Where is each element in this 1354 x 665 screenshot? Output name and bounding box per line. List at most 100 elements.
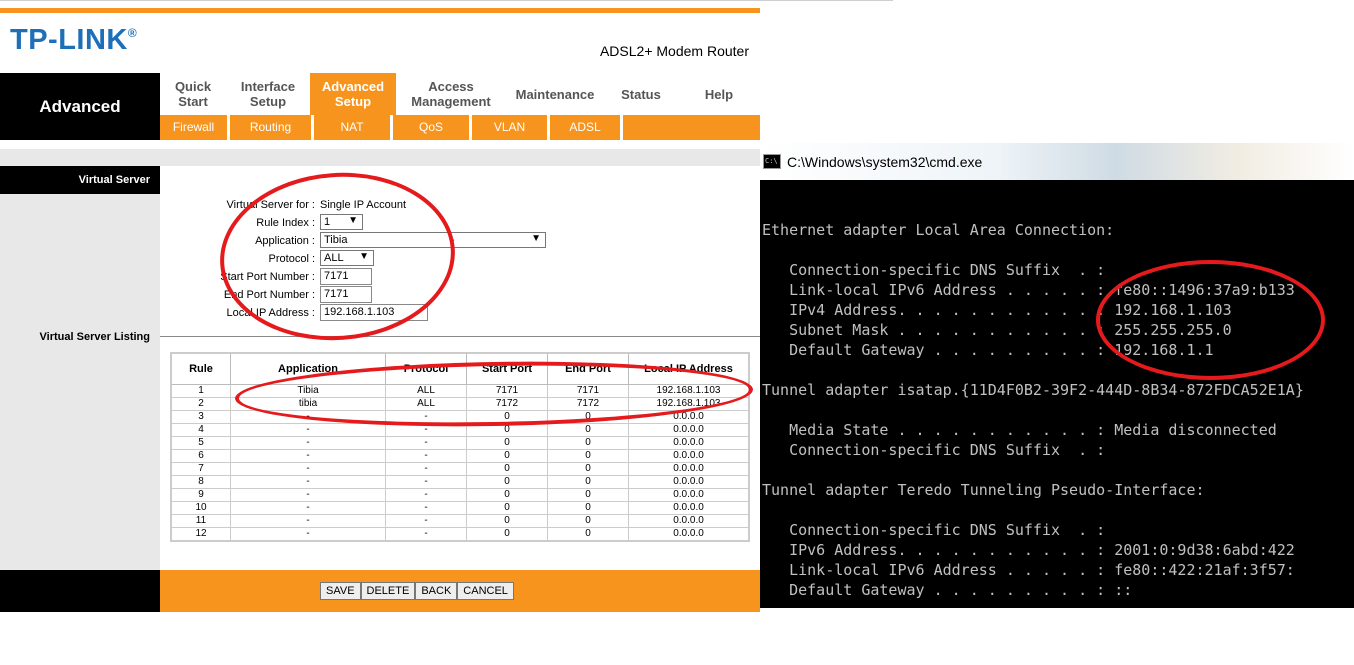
cell-application: - (230, 488, 386, 502)
cell-application: - (230, 501, 386, 515)
cmd-line (762, 400, 1304, 420)
nav-help[interactable]: Help (678, 73, 760, 115)
cell-protocol: - (385, 475, 467, 489)
table-row: 10- -0 0 0.0.0.0 (170, 501, 750, 515)
cell-application: - (230, 436, 386, 450)
cell-rule: 12 (170, 527, 231, 542)
cell-rule: 4 (170, 423, 231, 437)
cell-start-port: 0 (466, 527, 548, 542)
table-row: 8- -0 0 0.0.0.0 (170, 475, 750, 489)
table-row: 7- -0 0 0.0.0.0 (170, 462, 750, 476)
cell-protocol: - (385, 462, 467, 476)
cell-rule: 8 (170, 475, 231, 489)
cell-local-ip: 0.0.0.0 (628, 501, 750, 515)
cell-local-ip: 0.0.0.0 (628, 423, 750, 437)
cell-end-port: 0 (547, 423, 629, 437)
nav-advanced-setup[interactable]: Advanced Setup (310, 73, 396, 115)
virtual-server-heading: Virtual Server (0, 166, 160, 194)
nav-maintenance[interactable]: Maintenance (506, 73, 604, 115)
table-row: 11- -0 0 0.0.0.0 (170, 514, 750, 528)
cmd-line: Default Gateway . . . . . . . . . : :: (762, 581, 1133, 599)
delete-button[interactable]: DELETE (360, 582, 416, 600)
cell-rule: 11 (170, 514, 231, 528)
main-nav: Quick Start Interface Setup Advanced Setup … (160, 73, 760, 115)
table-row: 6- -0 0 0.0.0.0 (170, 449, 750, 463)
cancel-button[interactable]: CANCEL (457, 582, 514, 600)
subnav-qos[interactable]: QoS (393, 115, 472, 140)
cmd-line: Tunnel adapter Teredo Tunneling Pseudo-I… (762, 481, 1205, 499)
left-column (0, 166, 160, 570)
sub-nav: Firewall Routing NAT QoS VLAN ADSL (160, 115, 760, 140)
cell-end-port: 0 (547, 488, 629, 502)
footer-bar: SAVE DELETE BACK CANCEL (160, 570, 760, 612)
cell-local-ip: 0.0.0.0 (628, 462, 750, 476)
cmd-line: Connection-specific DNS Suffix . : (762, 441, 1106, 459)
cell-application: - (230, 423, 386, 437)
cell-end-port: 0 (547, 475, 629, 489)
cell-local-ip: 0.0.0.0 (628, 527, 750, 542)
cell-local-ip: 0.0.0.0 (628, 449, 750, 463)
top-accent-strip (0, 8, 760, 13)
subnav-vlan[interactable]: VLAN (472, 115, 550, 140)
cell-protocol: - (385, 488, 467, 502)
top-border (0, 0, 893, 6)
table-row: 9- -0 0 0.0.0.0 (170, 488, 750, 502)
cell-end-port: 0 (547, 514, 629, 528)
cmd-line (762, 240, 1304, 260)
save-button[interactable]: SAVE (320, 582, 361, 600)
cell-rule: 9 (170, 488, 231, 502)
col-rule: Rule (170, 352, 231, 385)
cell-rule: 2 (170, 397, 231, 411)
cell-protocol: - (385, 436, 467, 450)
cell-protocol: - (385, 501, 467, 515)
cell-rule: 6 (170, 449, 231, 463)
cell-end-port: 0 (547, 449, 629, 463)
cell-start-port: 0 (466, 436, 548, 450)
chevron-down-icon: ▼ (531, 233, 541, 244)
footer-left-block (0, 570, 160, 612)
table-row: 5- -0 0 0.0.0.0 (170, 436, 750, 450)
subnav-nat[interactable]: NAT (314, 115, 393, 140)
nav-access-management[interactable]: Access Management (396, 73, 506, 115)
cell-rule: 5 (170, 436, 231, 450)
cell-start-port: 0 (466, 488, 548, 502)
cell-end-port: 0 (547, 436, 629, 450)
cell-start-port: 0 (466, 449, 548, 463)
cell-application: - (230, 449, 386, 463)
cmd-title-bar[interactable]: C:\ C:\Windows\system32\cmd.exe (760, 143, 1354, 180)
cell-application: - (230, 514, 386, 528)
cell-local-ip: 0.0.0.0 (628, 488, 750, 502)
action-buttons: SAVE DELETE BACK CANCEL (320, 570, 514, 612)
subnav-adsl[interactable]: ADSL (550, 115, 623, 140)
section-title: Advanced (0, 73, 160, 140)
cell-local-ip: 0.0.0.0 (628, 436, 750, 450)
cell-end-port: 0 (547, 527, 629, 542)
cell-rule: 10 (170, 501, 231, 515)
nav-interface-setup[interactable]: Interface Setup (226, 73, 310, 115)
back-button[interactable]: BACK (415, 582, 458, 600)
cmd-line: Ethernet adapter Local Area Connection: (762, 221, 1115, 239)
model-name: ADSL2+ Modem Router (599, 43, 749, 59)
subnav-routing[interactable]: Routing (230, 115, 314, 140)
cell-start-port: 0 (466, 462, 548, 476)
cmd-line (762, 460, 1304, 480)
cell-application: - (230, 475, 386, 489)
cell-protocol: - (385, 449, 467, 463)
cmd-line: Tunnel adapter isatap.{11D4F0B2-39F2-444… (762, 381, 1304, 399)
cell-end-port: 0 (547, 462, 629, 476)
nav-status[interactable]: Status (604, 73, 678, 115)
nav-quick-start[interactable]: Quick Start (160, 73, 226, 115)
tp-link-logo: TP-LINK® (10, 24, 138, 56)
subnav-firewall[interactable]: Firewall (160, 115, 230, 140)
cmd-icon: C:\ (763, 154, 781, 169)
cmd-line: Connection-specific DNS Suffix . : (762, 521, 1106, 539)
section-divider (160, 336, 760, 337)
cell-start-port: 0 (466, 501, 548, 515)
cell-end-port: 0 (547, 501, 629, 515)
cell-protocol: - (385, 527, 467, 542)
cmd-line: Media State . . . . . . . . . . . : Medi… (762, 421, 1277, 439)
cell-application: - (230, 462, 386, 476)
cell-start-port: 0 (466, 514, 548, 528)
cell-rule: 7 (170, 462, 231, 476)
cell-rule: 1 (170, 384, 231, 398)
